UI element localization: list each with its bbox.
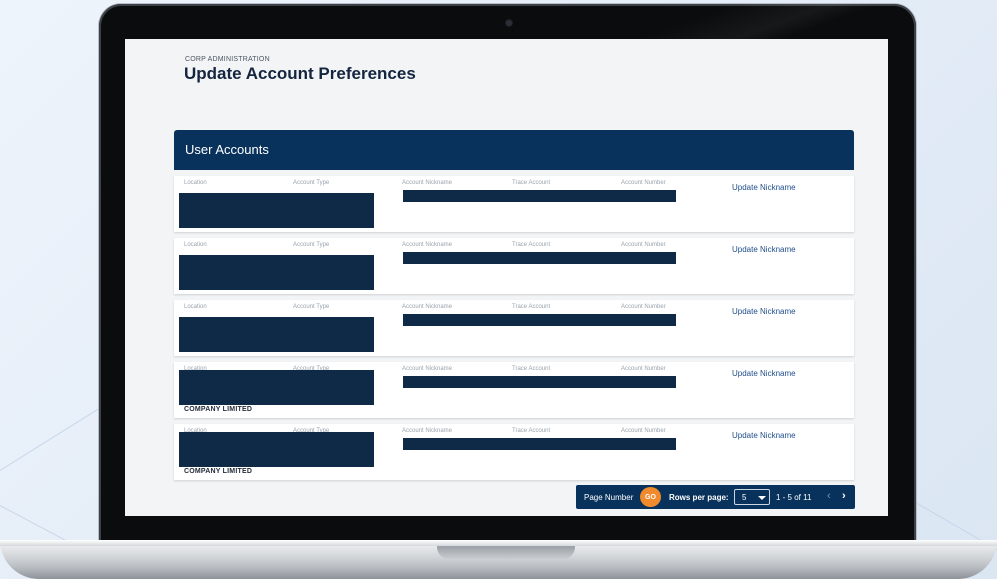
laptop-lid-reflection — [540, 4, 916, 44]
col-label-location: Location — [184, 180, 207, 186]
col-label-account-nickname: Account Nickname — [402, 428, 453, 434]
redaction-block — [179, 317, 374, 352]
col-label-location: Location — [184, 242, 207, 248]
update-nickname-link[interactable]: Update Nickname — [732, 431, 796, 440]
page-title: Update Account Preferences — [184, 64, 416, 83]
location-text: COMPANY LIMITED — [184, 468, 253, 475]
redaction-block — [179, 370, 374, 405]
col-label-account-type: Account Type — [293, 242, 330, 248]
update-nickname-link[interactable]: Update Nickname — [732, 369, 796, 378]
col-label-account-type: Account Type — [293, 180, 330, 186]
chevron-down-icon — [758, 496, 766, 500]
redaction-block — [179, 255, 374, 290]
redaction-block — [179, 193, 374, 228]
col-label-location: Location — [184, 304, 207, 310]
rows-per-page-select[interactable]: 5 — [734, 489, 770, 505]
col-label-account-nickname: Account Nickname — [402, 242, 453, 248]
panel-title: User Accounts — [185, 142, 269, 157]
redaction-block — [179, 432, 374, 467]
go-button[interactable]: GO — [640, 487, 661, 507]
col-label-trace-account: Trace Account — [512, 180, 551, 186]
col-label-account-number: Account Number — [621, 366, 666, 372]
breadcrumb: CORP ADMINISTRATION — [185, 56, 270, 63]
account-row: Location Account Type Account Nickname T… — [174, 424, 854, 480]
page-range-text: 1 - 5 of 11 — [776, 493, 812, 502]
col-label-trace-account: Trace Account — [512, 428, 551, 434]
col-label-account-number: Account Number — [621, 428, 666, 434]
col-label-account-nickname: Account Nickname — [402, 304, 453, 310]
update-nickname-link[interactable]: Update Nickname — [732, 245, 796, 254]
col-label-account-number: Account Number — [621, 242, 666, 248]
user-accounts-panel-header: User Accounts — [174, 130, 854, 170]
page-number-label: Page Number — [584, 493, 634, 502]
redaction-block — [403, 252, 676, 264]
update-nickname-link[interactable]: Update Nickname — [732, 183, 796, 192]
col-label-account-number: Account Number — [621, 304, 666, 310]
pagination-bar: Page Number GO Rows per page: 5 1 - 5 of… — [576, 485, 855, 509]
redaction-block — [403, 190, 676, 202]
app-screen: CORP ADMINISTRATION Update Account Prefe… — [125, 39, 888, 516]
col-label-trace-account: Trace Account — [512, 304, 551, 310]
col-label-trace-account: Trace Account — [512, 366, 551, 372]
camera-icon — [506, 20, 512, 26]
account-row: Location Account Type Account Nickname T… — [174, 362, 854, 418]
col-label-trace-account: Trace Account — [512, 242, 551, 248]
redaction-block — [403, 376, 676, 388]
col-label-account-type: Account Type — [293, 304, 330, 310]
rows-per-page-value: 5 — [742, 493, 747, 502]
update-nickname-link[interactable]: Update Nickname — [732, 307, 796, 316]
redaction-block — [403, 314, 676, 326]
chevron-left-icon[interactable]: ‹ — [827, 490, 831, 502]
col-label-account-nickname: Account Nickname — [402, 366, 453, 372]
account-row: Location Account Type Account Nickname T… — [174, 238, 854, 294]
account-row: Location Account Type Account Nickname T… — [174, 300, 854, 356]
col-label-account-number: Account Number — [621, 180, 666, 186]
rows-per-page-label: Rows per page: — [669, 493, 729, 502]
account-row: Location Account Type Account Nickname T… — [174, 176, 854, 232]
location-text: COMPANY LIMITED — [184, 406, 253, 413]
col-label-account-nickname: Account Nickname — [402, 180, 453, 186]
chevron-right-icon[interactable]: › — [842, 490, 846, 502]
laptop-opening-notch — [437, 546, 575, 559]
redaction-block — [403, 438, 676, 450]
